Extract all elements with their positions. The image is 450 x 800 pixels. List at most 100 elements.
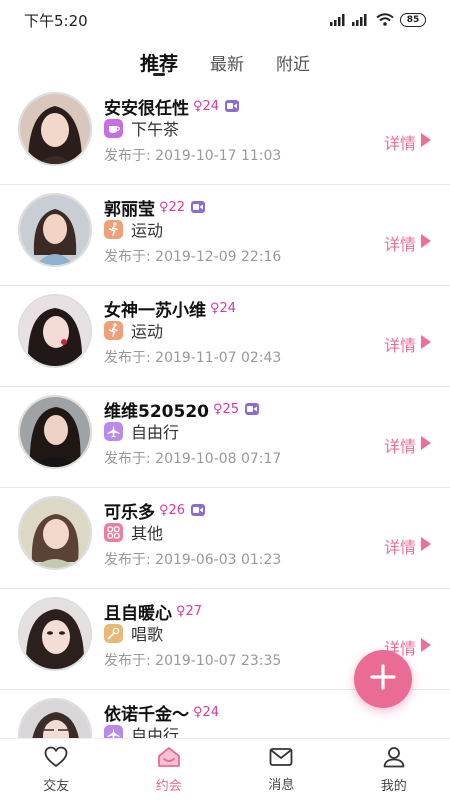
nav-label: 消息 [268,777,295,793]
nav-label: 交友 [43,778,70,794]
triangle-right-icon [420,637,432,657]
activity-label: 运动 [131,322,164,341]
date-post-list: 安安很任性 ♀ 24 下午茶 发布于: 2019-10-17 11:03 详情 郭… [0,84,450,738]
detail-label: 详情 [383,437,416,456]
gender-age-badge: ♀ 22 [159,200,185,215]
activity-row: 其他 [104,518,163,546]
avatar[interactable] [18,395,92,469]
detail-label: 详情 [383,235,416,254]
age: 25 [222,401,240,417]
age: 26 [168,502,186,518]
female-icon: ♀ [159,502,169,518]
date-prefix: 发布于: [104,148,151,164]
status-icons: 85 [330,11,426,30]
activity-row: 自由行 [104,417,179,445]
female-icon: ♀ [212,401,223,417]
nav-label: 我的 [380,778,407,794]
activity-label: 下午茶 [131,120,180,139]
age: 24 [202,98,220,114]
date-value: 2019-12-09 22:16 [155,249,282,265]
status-bar: 下午5:20 85 [0,0,450,40]
activity-label: 其他 [131,524,164,543]
female-icon: ♀ [176,603,186,619]
video-icon [191,504,206,516]
publish-date: 发布于: 2019-11-07 02:43 [104,347,281,367]
detail-label: 详情 [383,336,416,355]
activity-row: 自由行 [104,720,179,738]
publish-date: 发布于: 2019-10-08 07:17 [104,448,281,468]
activity-row: 运动 [104,316,163,344]
tab-recommended[interactable]: 推荐 [140,40,178,84]
list-item[interactable]: 女神一苏小维 ♀ 24 运动 发布于: 2019-11-07 02:43 详情 [0,286,450,387]
list-item[interactable]: 可乐多 ♀ 26 其他 发布于: 2019-06-03 01:23 详情 [0,488,450,589]
nav-item-messages[interactable]: 消息 [225,739,338,800]
microphone-icon [104,623,123,643]
detail-button[interactable]: 详情 [384,332,432,356]
plane-icon [104,421,123,441]
list-item[interactable]: 维维520520 ♀ 25 自由行 发布于: 2019-10-08 07:17 详… [0,387,450,488]
detail-button[interactable]: 详情 [384,534,432,558]
detail-button[interactable]: 详情 [384,433,432,457]
activity-label: 运动 [131,221,164,240]
activity-label: 自由行 [131,423,180,442]
avatar[interactable] [18,698,92,738]
plane-icon [104,724,123,738]
avatar[interactable] [18,597,92,671]
add-post-button[interactable] [354,650,412,708]
female-icon: ♀ [159,199,169,215]
avatar[interactable] [18,496,92,570]
video-icon [245,403,260,415]
bottom-nav: 交友 约会 消息 我的 [0,738,450,800]
publish-date: 发布于: 2019-12-09 22:16 [104,246,281,266]
date-prefix: 发布于: [104,451,151,467]
video-icon [225,100,240,112]
video-icon [191,201,206,213]
date-prefix: 发布于: [104,653,151,669]
tab-latest[interactable]: 最新 [210,40,244,84]
triangle-right-icon [420,334,432,354]
date-value: 2019-10-17 11:03 [155,148,282,164]
teacup-icon [104,118,123,138]
detail-button[interactable]: 详情 [384,130,432,154]
date-value: 2019-10-07 23:35 [155,653,282,669]
grid-icon [104,522,123,542]
avatar[interactable] [18,294,92,368]
triangle-right-icon [420,132,432,152]
list-item[interactable]: 安安很任性 ♀ 24 下午茶 发布于: 2019-10-17 11:03 详情 [0,84,450,185]
age: 22 [168,199,186,215]
gender-age-badge: ♀ 26 [159,503,185,518]
nav-item-profile[interactable]: 我的 [338,739,450,800]
activity-row: 运动 [104,215,163,243]
female-icon: ♀ [193,704,203,720]
triangle-right-icon [420,233,432,253]
publish-date: 发布于: 2019-10-17 11:03 [104,145,281,165]
list-item[interactable]: 郭丽莹 ♀ 22 运动 发布于: 2019-12-09 22:16 详情 [0,185,450,286]
date-prefix: 发布于: [104,350,151,366]
gender-age-badge: ♀ 24 [210,301,236,316]
age: 24 [219,300,237,316]
nav-item-friends[interactable]: 交友 [0,739,113,800]
wifi-icon [376,11,394,30]
gender-age-badge: ♀ 25 [213,402,239,417]
nav-item-dating[interactable]: 约会 [113,739,226,800]
date-value: 2019-11-07 02:43 [155,350,282,366]
female-icon: ♀ [210,300,220,316]
category-tabs: 推荐 最新 附近 [0,40,450,84]
avatar[interactable] [18,193,92,267]
gender-age-badge: ♀ 27 [176,604,202,619]
female-icon: ♀ [193,98,203,114]
tab-nearby[interactable]: 附近 [276,40,310,84]
detail-label: 详情 [383,538,416,557]
detail-button[interactable]: 详情 [384,231,432,255]
running-icon [104,320,123,340]
age: 27 [185,603,203,619]
avatar[interactable] [18,92,92,166]
publish-date: 发布于: 2019-10-07 23:35 [104,650,281,670]
date-prefix: 发布于: [104,552,151,568]
activity-row: 唱歌 [104,619,163,647]
status-time: 下午5:20 [24,11,88,30]
age: 24 [202,704,220,720]
user-icon [382,746,406,772]
plus-icon [370,664,396,694]
gender-age-badge: ♀ 24 [193,99,219,114]
